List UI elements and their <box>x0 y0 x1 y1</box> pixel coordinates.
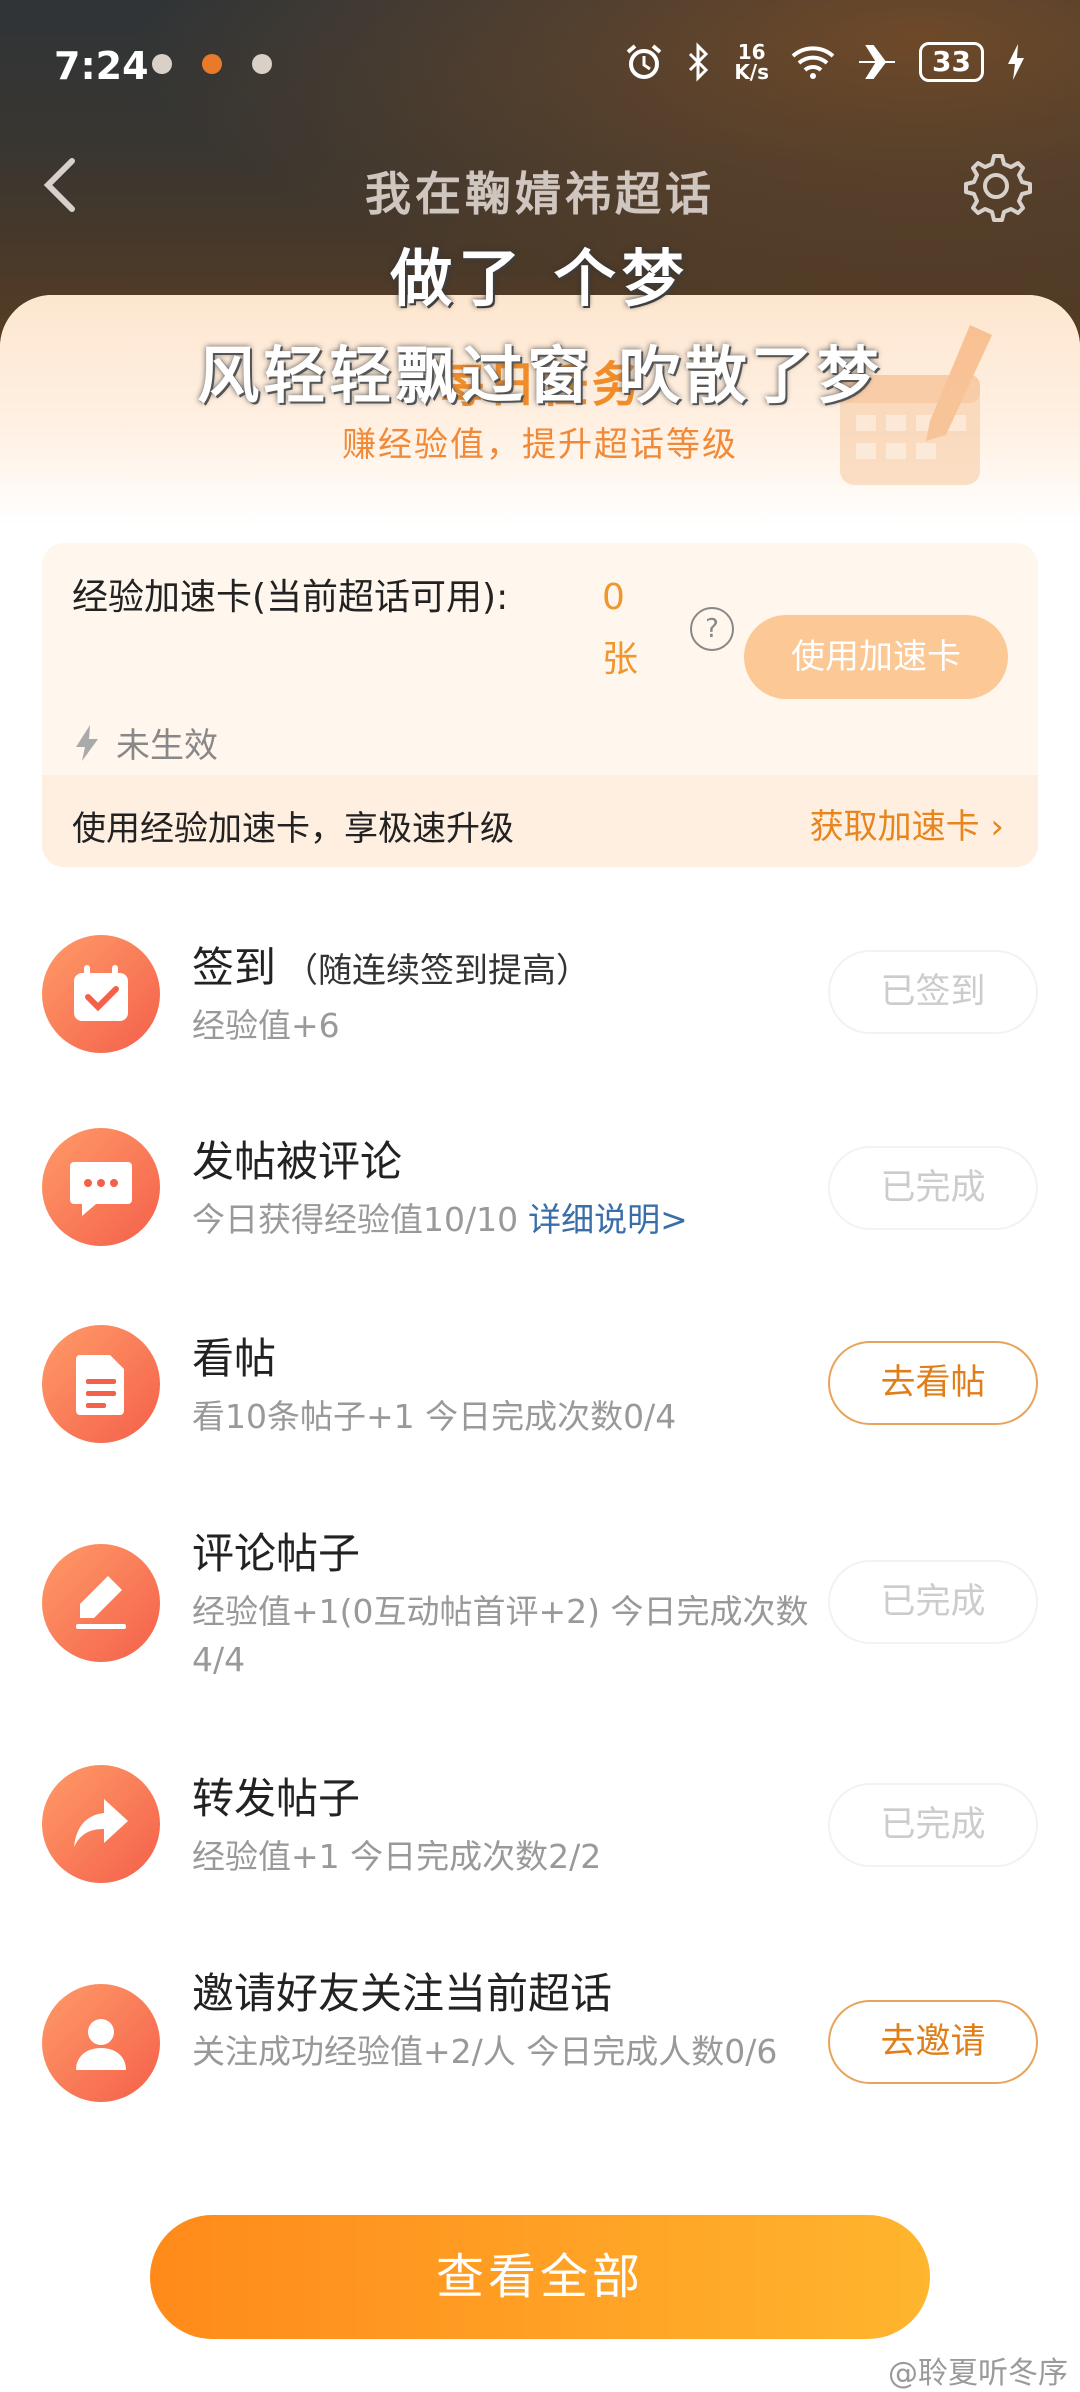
view-all-button[interactable]: 查看全部 <box>150 2215 930 2339</box>
completed-button[interactable]: 已完成 <box>828 1146 1038 1230</box>
task-row-invite-friends: 邀请好友关注当前超话 关注成功经验值+2/人 今日完成人数0/6 去邀请 <box>0 1960 1080 2130</box>
task-name: 发帖被评论 <box>192 1137 403 1186</box>
task-name: 转发帖子 <box>192 1774 361 1823</box>
accelerator-count: 0张 <box>602 577 639 680</box>
get-accelerator-link[interactable]: 获取加速卡 › <box>810 799 1004 848</box>
task-row-share-posts: 转发帖子 经验值+1 今日完成次数2/2 已完成 <box>0 1765 1080 1895</box>
task-desc: 经验值+6 <box>192 1006 340 1045</box>
banner-subtitle: 赚经验值，提升超话等级 <box>342 425 738 465</box>
task-desc: 看10条帖子+1 今日完成次数0/4 <box>192 1397 677 1436</box>
page-title: 我在鞠婧祎超话 <box>365 167 715 221</box>
task-row-post-commented: 发帖被评论 今日获得经验值10/10 详细说明> 已完成 <box>0 1128 1080 1258</box>
wifi-icon <box>791 46 835 79</box>
watermark: @聆夏听冬序 <box>888 2356 1068 2391</box>
settings-gear-icon[interactable] <box>960 150 1032 222</box>
accelerator-label: 经验加速卡(当前超话可用): <box>72 577 509 618</box>
use-accelerator-button[interactable]: 使用加速卡 <box>744 615 1008 699</box>
task-desc: 经验值+1 今日完成次数2/2 <box>192 1837 602 1876</box>
task-row-checkin: 签到 （随连续签到提高） 经验值+6 已签到 <box>0 930 1080 1060</box>
share-arrow-icon <box>42 1765 160 1883</box>
overlay-caption-2: 风轻轻飘过窗 吹散了梦 <box>197 339 883 412</box>
task-row-comment-posts: 评论帖子 经验值+1(0互动帖首评+2) 今日完成次数4/4 已完成 <box>0 1520 1080 1690</box>
bluetooth-icon <box>689 42 709 82</box>
completed-button[interactable]: 已完成 <box>828 1783 1038 1867</box>
go-invite-button[interactable]: 去邀请 <box>828 2000 1038 2084</box>
overlay-caption-1: 做了 个梦 <box>390 242 690 315</box>
accelerator-card: 经验加速卡(当前超话可用): 0张 ? 使用加速卡 未生效 使用经验加速卡，享极… <box>42 543 1038 867</box>
task-name: 评论帖子 <box>192 1529 361 1578</box>
task-desc: 关注成功经验值+2/人 今日完成人数0/6 <box>192 2032 778 2071</box>
status-icons: 16 K/s 33 <box>624 42 1026 82</box>
notification-icons <box>152 54 272 74</box>
completed-button[interactable]: 已完成 <box>828 1560 1038 1644</box>
go-view-posts-button[interactable]: 去看帖 <box>828 1341 1038 1425</box>
network-speed: 16 K/s <box>734 40 770 84</box>
status-time: 7:24 <box>54 44 149 88</box>
promo-text: 使用经验加速卡，享极速升级 <box>72 809 514 849</box>
task-desc: 经验值+1(0互动帖首评+2) 今日完成次数4/4 <box>192 1592 809 1679</box>
comment-bubble-icon <box>42 1128 160 1246</box>
document-icon <box>42 1325 160 1443</box>
task-name: 看帖 <box>192 1334 277 1383</box>
calendar-check-icon <box>42 935 160 1053</box>
status-bar: 7:24 16 K/s 33 <box>0 30 1080 100</box>
details-link[interactable]: 详细说明> <box>528 1200 688 1239</box>
edit-pen-icon <box>42 1544 160 1662</box>
lightning-icon <box>76 724 98 761</box>
task-row-view-posts: 看帖 看10条帖子+1 今日完成次数0/4 去看帖 <box>0 1325 1080 1455</box>
task-name: 邀请好友关注当前超话 <box>192 1969 613 2018</box>
charging-icon <box>1008 44 1024 80</box>
task-desc: 今日获得经验值10/10 详细说明> <box>192 1200 688 1239</box>
checked-in-button[interactable]: 已签到 <box>828 950 1038 1034</box>
battery-indicator: 33 <box>919 42 984 82</box>
accelerator-promo-row: 使用经验加速卡，享极速升级 获取加速卡 › <box>42 775 1038 867</box>
accelerator-state: 未生效 <box>72 718 218 767</box>
user-icon <box>42 1984 160 2102</box>
help-icon[interactable]: ? <box>690 607 734 651</box>
task-name: 签到 （随连续签到提高） <box>192 943 591 992</box>
airplane-icon <box>859 45 896 79</box>
alarm-icon <box>627 44 662 79</box>
